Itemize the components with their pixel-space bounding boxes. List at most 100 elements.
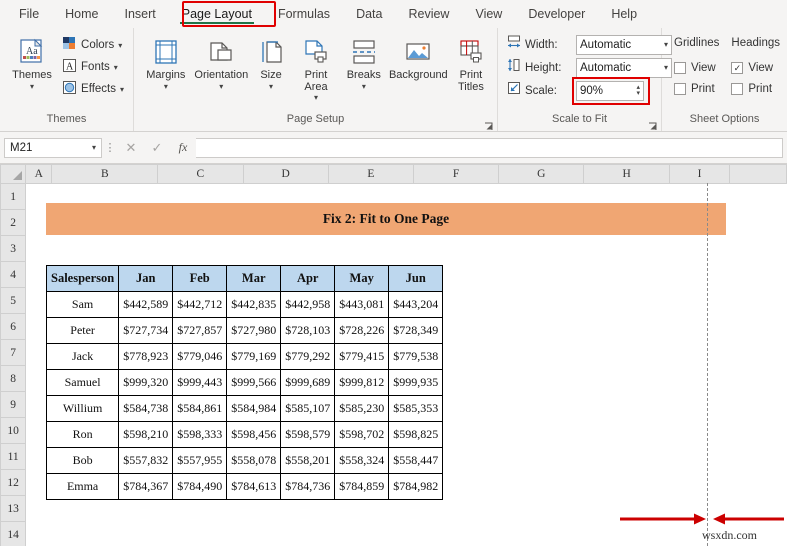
scale-input[interactable]: 90% ▴▾ — [576, 81, 644, 101]
table-cell[interactable]: $585,353 — [389, 396, 443, 422]
table-cell[interactable]: $598,210 — [119, 422, 173, 448]
orientation-button[interactable]: Orientation ▾ — [192, 32, 251, 94]
row-header-9[interactable]: 9 — [1, 392, 26, 418]
headings-print-checkbox[interactable]: Print — [731, 78, 780, 99]
table-cell[interactable]: $727,857 — [173, 318, 227, 344]
table-row[interactable]: Peter $727,734 $727,857 $727,980 $728,10… — [47, 318, 443, 344]
table-cell[interactable]: $784,613 — [227, 474, 281, 500]
table-cell[interactable]: $584,984 — [227, 396, 281, 422]
row-header-8[interactable]: 8 — [1, 366, 26, 392]
table-cell[interactable]: $443,081 — [335, 292, 389, 318]
tab-insert[interactable]: Insert — [112, 0, 169, 28]
effects-button[interactable]: Effects ▾ — [58, 78, 128, 100]
table-cell[interactable]: $779,538 — [389, 344, 443, 370]
table-cell[interactable]: $598,825 — [389, 422, 443, 448]
gridlines-print-checkbox[interactable]: Print — [674, 78, 719, 99]
table-cell[interactable]: $585,107 — [281, 396, 335, 422]
column-header-e[interactable]: E — [328, 165, 413, 184]
tab-data[interactable]: Data — [343, 0, 395, 28]
column-header-b[interactable]: B — [52, 165, 158, 184]
table-cell[interactable]: $778,923 — [119, 344, 173, 370]
table-cell[interactable]: $784,859 — [335, 474, 389, 500]
table-cell[interactable]: $784,982 — [389, 474, 443, 500]
width-dropdown[interactable]: Automatic ▾ — [576, 35, 672, 55]
formula-bar-handle[interactable]: ⋮ — [102, 141, 118, 154]
row-cells[interactable] — [26, 236, 787, 262]
headings-view-checkbox[interactable]: ✓ View — [731, 57, 780, 78]
table-cell[interactable]: $557,955 — [173, 448, 227, 474]
background-button[interactable]: Background — [387, 32, 450, 85]
tab-page-layout[interactable]: Page Layout — [169, 0, 265, 28]
row-header-3[interactable]: 3 — [1, 236, 26, 262]
table-cell[interactable]: $728,349 — [389, 318, 443, 344]
tab-developer[interactable]: Developer — [515, 0, 598, 28]
height-dropdown[interactable]: Automatic ▾ — [576, 58, 672, 78]
table-cell[interactable]: $999,935 — [389, 370, 443, 396]
table-cell[interactable]: $584,861 — [173, 396, 227, 422]
tab-help[interactable]: Help — [598, 0, 650, 28]
row-header-7[interactable]: 7 — [1, 340, 26, 366]
table-cell[interactable]: $442,835 — [227, 292, 281, 318]
column-header-d[interactable]: D — [243, 165, 328, 184]
name-box[interactable]: M21 ▾ — [4, 138, 102, 158]
insert-function-button[interactable]: fx — [170, 140, 196, 155]
table-cell[interactable]: $999,812 — [335, 370, 389, 396]
table-cell[interactable]: $784,490 — [173, 474, 227, 500]
table-row[interactable]: Bob $557,832 $557,955 $558,078 $558,201 … — [47, 448, 443, 474]
table-cell[interactable]: Willium — [47, 396, 119, 422]
column-header-a[interactable]: A — [26, 165, 52, 184]
table-cell[interactable]: $999,443 — [173, 370, 227, 396]
table-cell[interactable]: $779,046 — [173, 344, 227, 370]
column-header-extra[interactable] — [730, 165, 787, 184]
table-cell[interactable]: Ron — [47, 422, 119, 448]
table-cell[interactable]: $585,230 — [335, 396, 389, 422]
size-button[interactable]: Size ▾ — [251, 32, 291, 94]
row-header-10[interactable]: 10 — [1, 418, 26, 444]
table-cell[interactable]: $779,292 — [281, 344, 335, 370]
row-header-14[interactable]: 14 — [1, 522, 26, 547]
themes-button[interactable]: Aa Themes ▾ — [8, 32, 56, 94]
row-header-12[interactable]: 12 — [1, 470, 26, 496]
select-all-corner[interactable] — [1, 165, 26, 184]
table-row[interactable]: Sam $442,589 $442,712 $442,835 $442,958 … — [47, 292, 443, 318]
table-cell[interactable]: $598,702 — [335, 422, 389, 448]
breaks-button[interactable]: Breaks ▾ — [341, 32, 387, 94]
table-cell[interactable]: Bob — [47, 448, 119, 474]
enter-formula-button[interactable]: ✓ — [144, 140, 170, 156]
table-cell[interactable]: $558,324 — [335, 448, 389, 474]
table-cell[interactable]: Jack — [47, 344, 119, 370]
table-cell[interactable]: Sam — [47, 292, 119, 318]
table-row[interactable]: Willium $584,738 $584,861 $584,984 $585,… — [47, 396, 443, 422]
column-header-f[interactable]: F — [414, 165, 499, 184]
table-cell[interactable]: Samuel — [47, 370, 119, 396]
column-header-g[interactable]: G — [499, 165, 584, 184]
table-cell[interactable]: Emma — [47, 474, 119, 500]
table-cell[interactable]: $728,226 — [335, 318, 389, 344]
table-cell[interactable]: $784,367 — [119, 474, 173, 500]
scale-to-fit-dialog-launcher-icon[interactable] — [648, 119, 657, 128]
table-cell[interactable]: $598,579 — [281, 422, 335, 448]
table-cell[interactable]: $999,320 — [119, 370, 173, 396]
table-cell[interactable]: $558,078 — [227, 448, 281, 474]
print-area-button[interactable]: Print Area ▾ — [291, 32, 341, 105]
table-cell[interactable]: $779,169 — [227, 344, 281, 370]
margins-button[interactable]: Margins ▾ — [140, 32, 192, 94]
table-cell[interactable]: $557,832 — [119, 448, 173, 474]
tab-review[interactable]: Review — [395, 0, 462, 28]
tab-home[interactable]: Home — [52, 0, 111, 28]
table-cell[interactable]: $728,103 — [281, 318, 335, 344]
row-header-11[interactable]: 11 — [1, 444, 26, 470]
table-cell[interactable]: $727,734 — [119, 318, 173, 344]
table-cell[interactable]: $442,589 — [119, 292, 173, 318]
row-header-4[interactable]: 4 — [1, 262, 26, 288]
table-cell[interactable]: $784,736 — [281, 474, 335, 500]
formula-input[interactable] — [196, 138, 783, 158]
table-row[interactable]: Ron $598,210 $598,333 $598,456 $598,579 … — [47, 422, 443, 448]
table-cell[interactable]: $598,456 — [227, 422, 281, 448]
row-header-1[interactable]: 1 — [1, 184, 26, 210]
row-header-2[interactable]: 2 — [1, 210, 26, 236]
tab-formulas[interactable]: Formulas — [265, 0, 343, 28]
table-cell[interactable]: $558,201 — [281, 448, 335, 474]
fonts-button[interactable]: A Fonts ▾ — [58, 56, 128, 78]
page-setup-dialog-launcher-icon[interactable] — [484, 119, 493, 128]
